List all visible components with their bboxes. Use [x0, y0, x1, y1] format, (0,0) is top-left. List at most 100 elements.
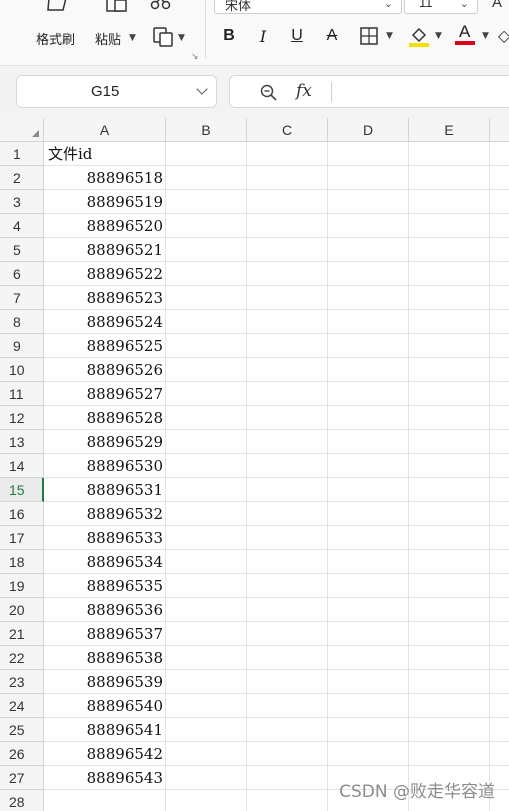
cell-a28[interactable]	[44, 790, 166, 811]
row-header[interactable]: 21	[0, 622, 44, 646]
row-header[interactable]: 1	[0, 142, 44, 166]
cell-a8[interactable]: 88896524	[44, 310, 166, 334]
borders-icon[interactable]	[360, 27, 378, 45]
cell-a11[interactable]: 88896527	[44, 382, 166, 406]
italic-button[interactable]: I	[252, 24, 274, 48]
row-header[interactable]: 17	[0, 526, 44, 550]
cell-a15[interactable]: 88896531	[44, 478, 166, 502]
row-header[interactable]: 3	[0, 190, 44, 214]
font-color-letter: A	[459, 22, 471, 41]
clear-format-icon[interactable]: ◇	[498, 26, 509, 45]
column-header-partial[interactable]	[490, 118, 509, 142]
insert-function-icon[interactable]: fx	[296, 81, 312, 101]
fill-color-icon[interactable]	[408, 25, 430, 47]
row-header[interactable]: 8	[0, 310, 44, 334]
row-header[interactable]: 20	[0, 598, 44, 622]
row-header[interactable]: 4	[0, 214, 44, 238]
font-color-button[interactable]: A	[455, 22, 477, 46]
underline-button[interactable]: U	[286, 24, 308, 48]
cell-a18[interactable]: 88896534	[44, 550, 166, 574]
cell-a10[interactable]: 88896526	[44, 358, 166, 382]
formula-separator	[331, 82, 332, 102]
clipboard-launcher-icon[interactable]: ↘	[191, 52, 199, 62]
zoom-icon[interactable]	[260, 84, 278, 102]
cell-a14[interactable]: 88896530	[44, 454, 166, 478]
cell-a12[interactable]: 88896528	[44, 406, 166, 430]
cell-a21[interactable]: 88896537	[44, 622, 166, 646]
font-size-value: 11	[419, 0, 433, 10]
select-all-corner[interactable]	[0, 118, 44, 142]
column-header-b[interactable]: B	[166, 118, 247, 142]
format-painter-icon[interactable]	[46, 0, 72, 16]
row-header[interactable]: 25	[0, 718, 44, 742]
cell-a19[interactable]: 88896535	[44, 574, 166, 598]
row-header[interactable]: 26	[0, 742, 44, 766]
row-header[interactable]: 18	[0, 550, 44, 574]
cell-a24[interactable]: 88896540	[44, 694, 166, 718]
strikethrough-button[interactable]: A	[321, 24, 343, 48]
cell-a1[interactable]: 文件id	[44, 142, 166, 166]
row-header[interactable]: 5	[0, 238, 44, 262]
copy-icon[interactable]	[152, 26, 174, 48]
format-painter-label[interactable]: 格式刷	[36, 29, 75, 48]
spreadsheet-grid[interactable]: A B C D E 1 文件id 2 88896518 3 88896519 4 88896520 5 88…	[0, 118, 509, 811]
cell-a7[interactable]: 88896523	[44, 286, 166, 310]
column-header-c[interactable]: C	[247, 118, 328, 142]
row-header[interactable]: 7	[0, 286, 44, 310]
bold-button[interactable]: B	[218, 24, 240, 48]
row-header[interactable]: 10	[0, 358, 44, 382]
font-color-swatch	[455, 41, 475, 45]
ribbon: 格式刷 粘贴 ▼ ▼ ↘ 宋体 ⌄ 11 ⌄ A B I U A ▼ ▼ A ▼…	[0, 0, 509, 68]
column-header-e[interactable]: E	[409, 118, 490, 142]
font-color-caret-icon[interactable]: ▼	[482, 31, 489, 41]
row-header[interactable]: 9	[0, 334, 44, 358]
row-header[interactable]: 16	[0, 502, 44, 526]
cell-a22[interactable]: 88896538	[44, 646, 166, 670]
watermark: CSDN @败走华容道	[339, 782, 495, 802]
row-header[interactable]: 12	[0, 406, 44, 430]
cell-a23[interactable]: 88896539	[44, 670, 166, 694]
paste-label[interactable]: 粘贴	[95, 29, 121, 48]
fill-color-caret-icon[interactable]: ▼	[435, 31, 442, 41]
row-header[interactable]: 24	[0, 694, 44, 718]
font-size-caret-icon: ⌄	[459, 0, 469, 10]
cell-a6[interactable]: 88896522	[44, 262, 166, 286]
cell-a4[interactable]: 88896520	[44, 214, 166, 238]
row-header[interactable]: 2	[0, 166, 44, 190]
cell-a16[interactable]: 88896532	[44, 502, 166, 526]
paste-icon[interactable]	[104, 0, 130, 16]
cut-icon[interactable]	[150, 0, 172, 12]
cell-a20[interactable]: 88896536	[44, 598, 166, 622]
row-header[interactable]: 14	[0, 454, 44, 478]
cell-a2[interactable]: 88896518	[44, 166, 166, 190]
row-header[interactable]: 27	[0, 766, 44, 790]
font-size-select[interactable]: 11 ⌄	[404, 0, 478, 14]
row-header[interactable]: 15	[0, 478, 44, 502]
cell-a13[interactable]: 88896529	[44, 430, 166, 454]
font-name-select[interactable]: 宋体 ⌄	[214, 0, 402, 14]
row-header[interactable]: 6	[0, 262, 44, 286]
row-header[interactable]: 11	[0, 382, 44, 406]
row-header[interactable]: 28	[0, 790, 44, 811]
column-header-d[interactable]: D	[328, 118, 409, 142]
font-name-caret-icon: ⌄	[383, 0, 393, 10]
paste-caret-icon[interactable]: ▼	[129, 33, 136, 43]
name-box[interactable]: G15	[16, 75, 217, 108]
increase-font-icon[interactable]: A	[492, 0, 502, 11]
row-header[interactable]: 22	[0, 646, 44, 670]
cell-a17[interactable]: 88896533	[44, 526, 166, 550]
formula-bar[interactable]: fx	[229, 75, 509, 108]
cell-a27[interactable]: 88896543	[44, 766, 166, 790]
row-header[interactable]: 13	[0, 430, 44, 454]
name-box-dropdown-icon[interactable]	[196, 83, 208, 95]
column-header-a[interactable]: A	[44, 118, 166, 142]
cell-a9[interactable]: 88896525	[44, 334, 166, 358]
cell-a25[interactable]: 88896541	[44, 718, 166, 742]
row-header[interactable]: 23	[0, 670, 44, 694]
cell-a5[interactable]: 88896521	[44, 238, 166, 262]
cell-a3[interactable]: 88896519	[44, 190, 166, 214]
borders-caret-icon[interactable]: ▼	[386, 31, 393, 41]
row-header[interactable]: 19	[0, 574, 44, 598]
cell-a26[interactable]: 88896542	[44, 742, 166, 766]
copy-caret-icon[interactable]: ▼	[178, 33, 185, 43]
